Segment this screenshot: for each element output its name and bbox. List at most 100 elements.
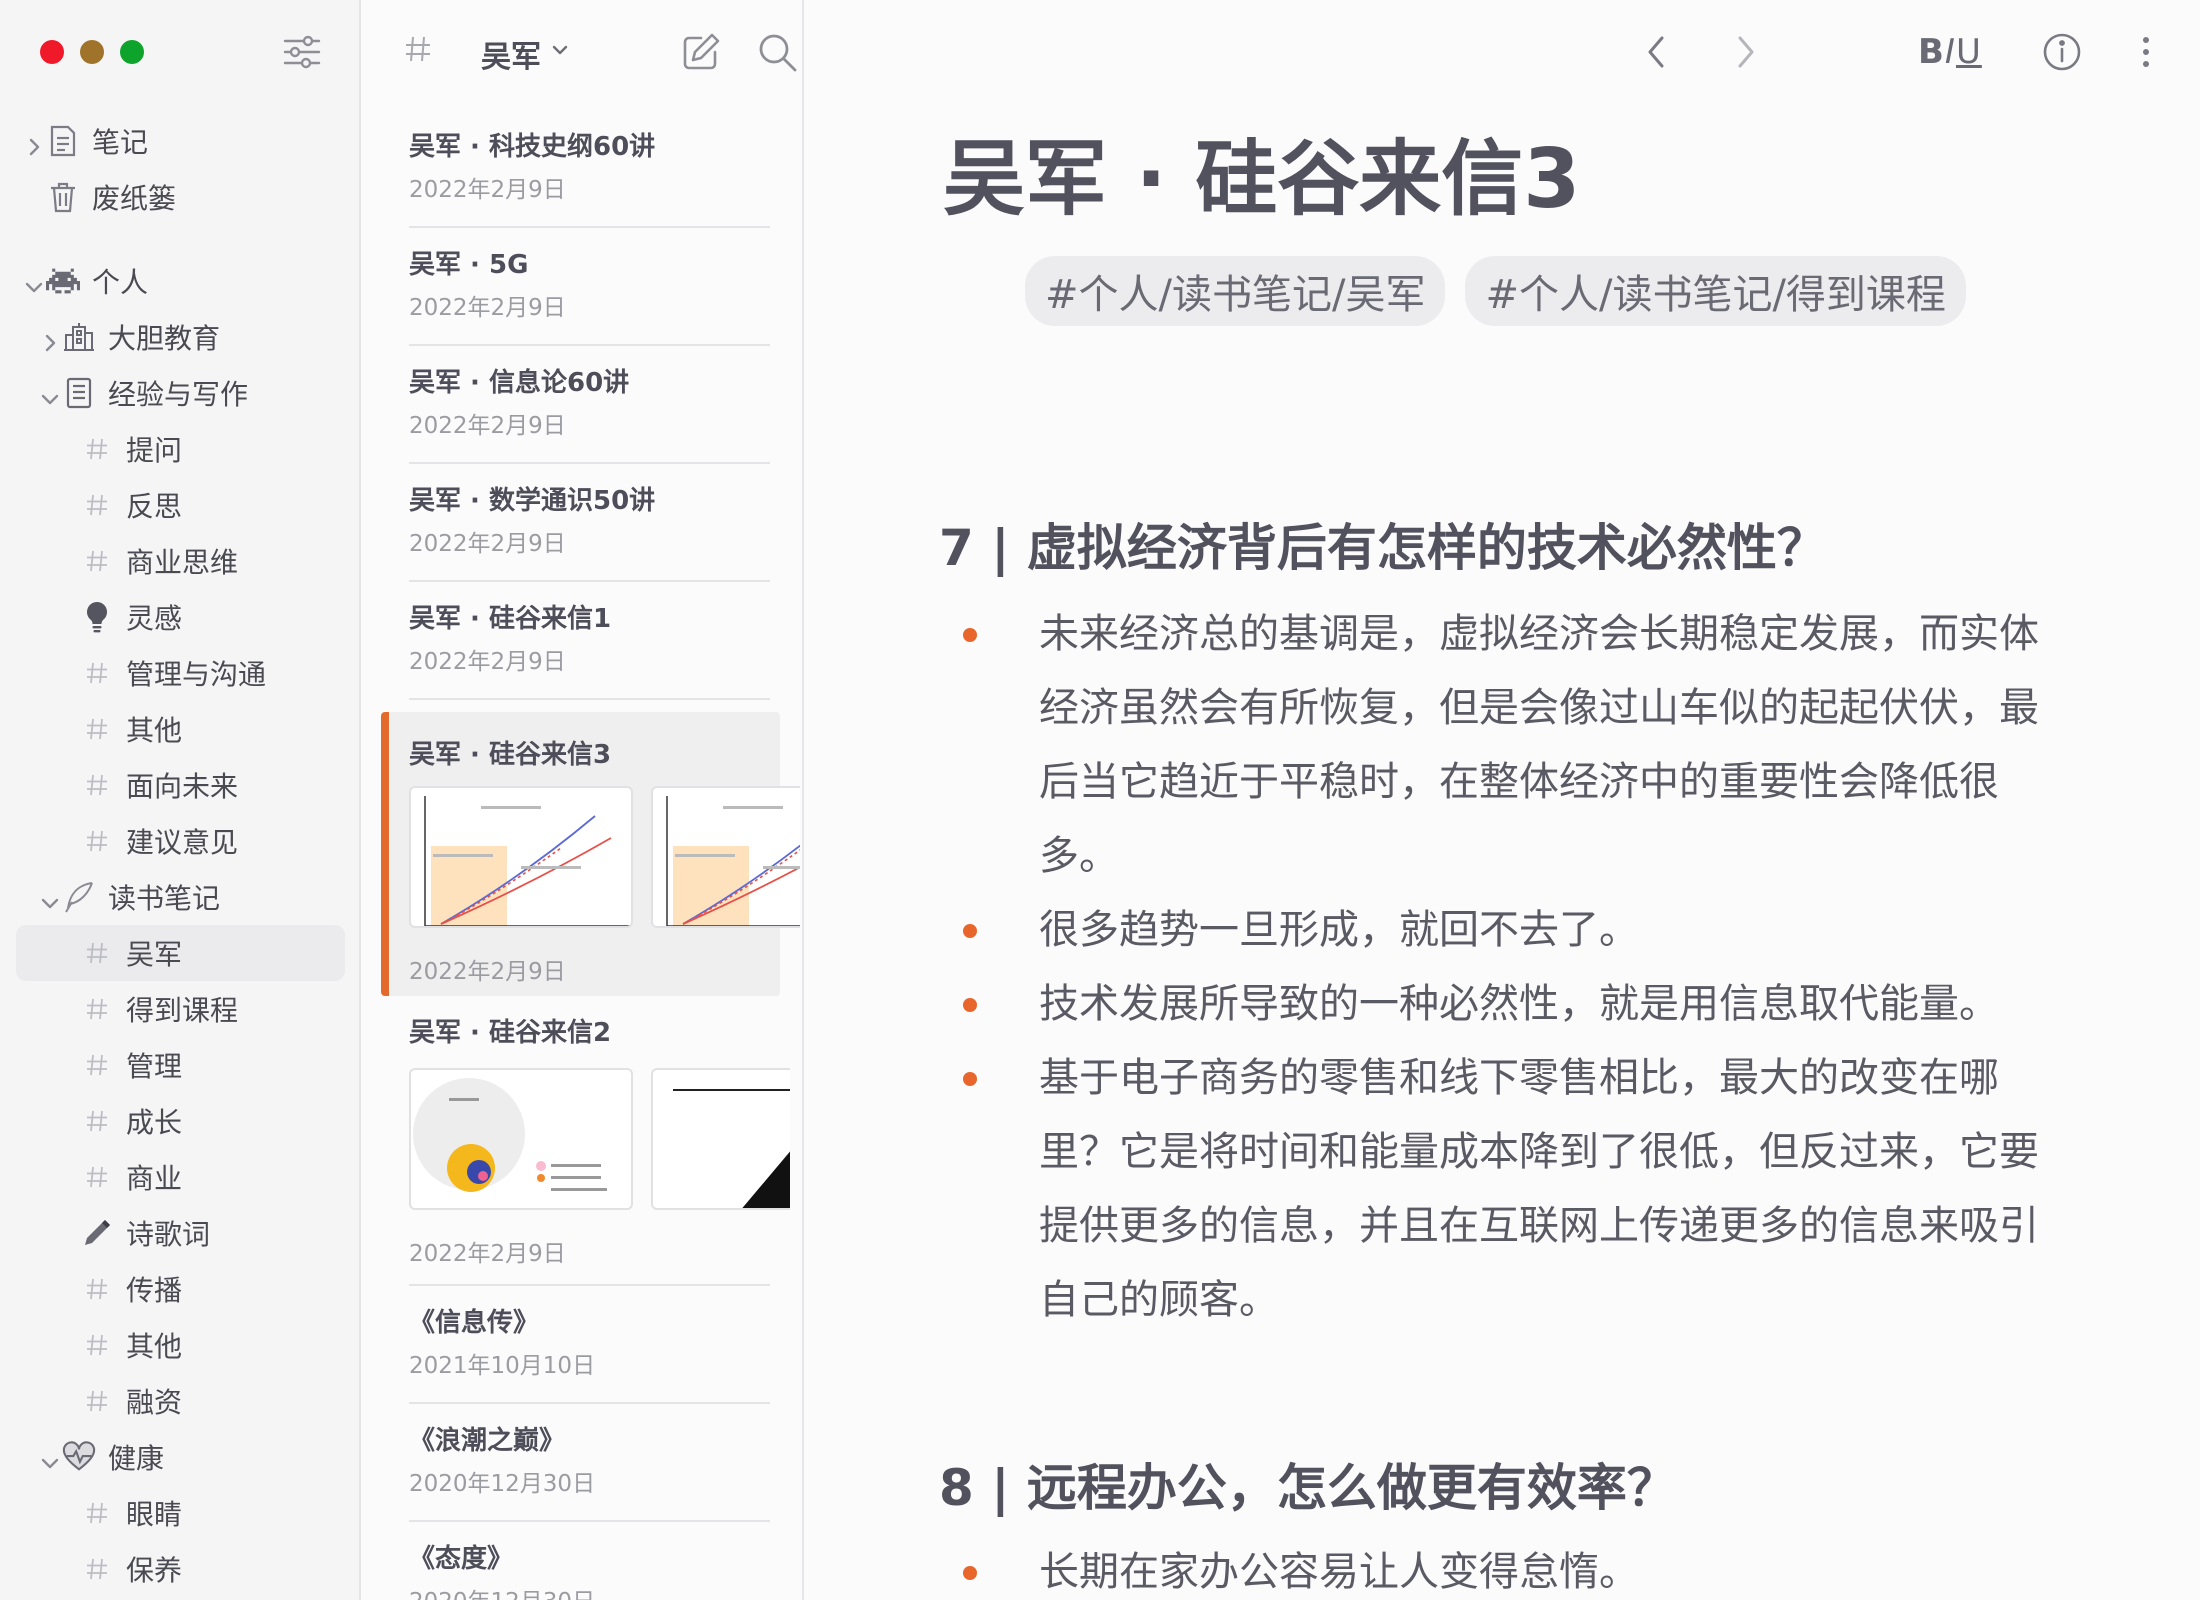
note-list-item[interactable]: 吴军 · 数学通识50讲 2022年2月9日: [409, 464, 770, 582]
tag-icon: [80, 544, 114, 578]
note-date: 2022年2月9日: [409, 531, 566, 557]
note-date: 2022年2月9日: [409, 959, 566, 985]
sidebar-item-label: 其他: [126, 1330, 183, 1363]
sidebar-item-label: 吴军: [126, 938, 183, 971]
sidebar-item[interactable]: 读书笔记: [0, 869, 361, 925]
invader-icon: [46, 264, 80, 298]
forward-arrow-icon[interactable]: [1730, 30, 1762, 78]
chevron-down-icon[interactable]: [40, 887, 60, 909]
sidebar-item[interactable]: 商业: [0, 1149, 361, 1205]
more-menu-icon[interactable]: [2136, 30, 2156, 78]
pen-icon: [80, 1216, 114, 1250]
note-title[interactable]: 吴军 · 硅谷来信3: [943, 112, 1580, 231]
section-heading: 7 | 虚拟经济背后有怎样的技术必然性？: [939, 519, 1827, 577]
sidebar-item[interactable]: 健康: [0, 1429, 361, 1485]
sidebar-item[interactable]: 保养: [0, 1541, 361, 1597]
chevron-right-icon[interactable]: [40, 327, 60, 352]
note-list-header: 吴军: [393, 28, 797, 78]
note-date: 2022年2月9日: [409, 295, 566, 321]
sidebar-item[interactable]: 反思: [0, 477, 361, 533]
sidebar-item[interactable]: 眼睛: [0, 1485, 361, 1541]
text-format-button[interactable]: BIU: [1918, 32, 1982, 72]
note-tag[interactable]: #个人/读书笔记/吴军: [1025, 256, 1446, 326]
sidebar-item[interactable]: 其他: [0, 1317, 361, 1373]
building-icon: [62, 320, 96, 354]
sidebar-item[interactable]: 废纸篓: [0, 169, 361, 225]
note-list-item[interactable]: 吴军 · 硅谷来信2 2022年2月9日: [409, 996, 790, 1286]
tag-icon: [80, 1048, 114, 1082]
sidebar-item-label: 其他: [126, 714, 183, 747]
sidebar-item[interactable]: 管理与沟通: [0, 645, 361, 701]
note-thumbnail-image: [409, 786, 633, 928]
chevron-down-icon[interactable]: [24, 271, 44, 293]
compose-icon[interactable]: [679, 30, 723, 78]
note-tag[interactable]: #个人/读书笔记/得到课程: [1465, 256, 1966, 326]
note-list-item[interactable]: 吴军 · 硅谷来信1 2022年2月9日: [409, 582, 770, 700]
tag-icon: [80, 1328, 114, 1362]
note-title: 《态度》: [409, 1544, 514, 1574]
chevron-right-icon[interactable]: [24, 131, 44, 156]
note-date: 2022年2月9日: [409, 649, 566, 675]
sidebar-item[interactable]: 笔记: [0, 113, 361, 169]
sidebar-item-label: 保养: [126, 1554, 183, 1587]
sidebar-item[interactable]: 得到课程: [0, 981, 361, 1037]
bullet-list: 未来经济总的基调是，虚拟经济会长期稳定发展，而实体经济虽然会有所恢复，但是会像过…: [939, 597, 2069, 1337]
sidebar-item[interactable]: 灵感: [0, 589, 361, 645]
feather-icon: [62, 880, 96, 914]
note-list-title[interactable]: 吴军: [481, 32, 541, 76]
tag-icon: [80, 768, 114, 802]
note-date: 2022年2月9日: [409, 1241, 566, 1267]
back-arrow-icon[interactable]: [1640, 30, 1672, 78]
sidebar-item[interactable]: 建议意见: [0, 813, 361, 869]
note-list-item[interactable]: 吴军 · 科技史纲60讲 2022年2月9日: [409, 110, 770, 228]
note-thumbnail-image: [651, 786, 800, 928]
sidebar-item[interactable]: 提问: [0, 421, 361, 477]
sidebar-item-label: 商业: [126, 1162, 183, 1195]
sidebar-item[interactable]: 传播: [0, 1261, 361, 1317]
search-icon[interactable]: [755, 30, 799, 78]
close-window-button[interactable]: [40, 40, 64, 64]
sidebar-item[interactable]: 经验与写作: [0, 365, 361, 421]
note-list-item[interactable]: 吴军 · 信息论60讲 2022年2月9日: [409, 346, 770, 464]
chevron-down-icon[interactable]: [40, 383, 60, 405]
sidebar-item-label: 融资: [126, 1386, 183, 1419]
sidebar-item-label: 得到课程: [126, 994, 239, 1027]
note-list-item[interactable]: 《浪潮之巅》 2020年12月30日: [409, 1404, 770, 1522]
tag-icon: [80, 488, 114, 522]
tag-icon: [80, 432, 114, 466]
info-icon[interactable]: [2040, 30, 2084, 78]
sidebar-item-label: 建议意见: [126, 826, 239, 859]
editor-panel: BIU 吴军 · 硅谷来信3 #个人/读书笔记/吴军 #个人/读书笔记/得到课程…: [805, 0, 2200, 1600]
sidebar-item[interactable]: 个人: [0, 253, 361, 309]
sidebar-item[interactable]: 其他: [0, 701, 361, 757]
minimize-window-button[interactable]: [80, 40, 104, 64]
note-date: 2020年12月30日: [409, 1582, 595, 1600]
chevron-down-icon[interactable]: [40, 1447, 60, 1469]
sidebar-item[interactable]: 成长: [0, 1093, 361, 1149]
sidebar-item[interactable]: 融资: [0, 1373, 361, 1429]
sidebar-filter-icon[interactable]: [282, 34, 322, 70]
note-list-item[interactable]: 吴军 · 5G 2022年2月9日: [409, 228, 770, 346]
note-title: 吴军 · 硅谷来信2: [409, 1018, 612, 1048]
tag-icon: [80, 1384, 114, 1418]
note-list-item[interactable]: 《信息传》 2021年10月10日: [409, 1286, 770, 1404]
sidebar-item[interactable]: 面向未来: [0, 757, 361, 813]
tag-icon: [80, 1160, 114, 1194]
sidebar-item[interactable]: 管理: [0, 1037, 361, 1093]
note-date: 2022年2月9日: [409, 413, 566, 439]
sidebar-item-label: 读书笔记: [108, 882, 221, 915]
note-date: 2021年10月10日: [409, 1353, 596, 1379]
sidebar-tag-list: 笔记 废纸篓 个人 大胆教育 经验与写作 提问 反思 商业思维 灵感 管理与沟通 其他 面向未来 建议意…: [0, 113, 361, 1597]
sidebar-item[interactable]: 商业思维: [0, 533, 361, 589]
note-title: 吴军 · 硅谷来信1: [409, 604, 612, 634]
sidebar-item[interactable]: 大胆教育: [0, 309, 361, 365]
note-list: 吴军 · 科技史纲60讲 2022年2月9日 吴军 · 5G 2022年2月9日 吴军 …: [361, 110, 802, 1600]
note-title: 吴军 · 科技史纲60讲: [409, 132, 656, 162]
tag-icon: [80, 1272, 114, 1306]
chevron-down-icon[interactable]: [551, 42, 569, 61]
zoom-window-button[interactable]: [120, 40, 144, 64]
note-list-item[interactable]: 吴军 · 硅谷来信3 2022年2月9日: [381, 712, 800, 996]
note-list-item[interactable]: 《态度》 2020年12月30日: [409, 1522, 770, 1600]
sidebar-item[interactable]: 诗歌词: [0, 1205, 361, 1261]
sidebar-item[interactable]: 吴军: [16, 925, 345, 981]
